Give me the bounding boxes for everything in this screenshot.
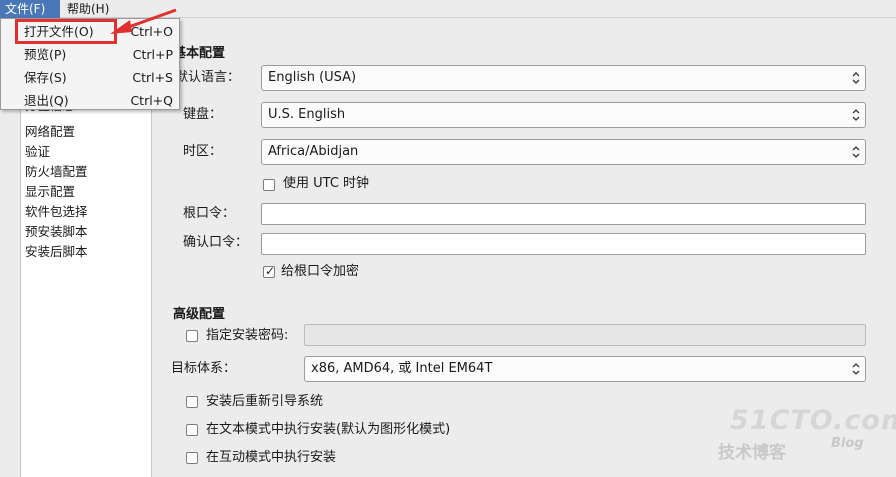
menu-item-label: 保存(S) [24, 70, 67, 85]
root-password-label: 根口令： [183, 206, 236, 221]
menu-item-accel: Ctrl+S [132, 70, 173, 85]
reboot-checkbox[interactable] [186, 396, 198, 408]
spinner-icon [852, 363, 860, 375]
annotation-arrow-icon [110, 8, 177, 34]
spinner-icon [852, 72, 860, 84]
timezone-value: Africa/Abidjan [268, 144, 359, 159]
encrypt-checkbox[interactable]: ✓ [263, 264, 276, 278]
keyboard-value: U.S. English [268, 107, 346, 122]
install-password-label: 指定安装密码: [206, 328, 289, 343]
keyboard-combo[interactable]: U.S. English [261, 102, 866, 128]
menu-file[interactable]: 文件(F) [0, 0, 60, 18]
watermark-logo: 51CTO.com 技术博客 Blog [718, 405, 896, 465]
language-value: English (USA) [268, 70, 357, 85]
basic-config-title: 基本配置 [173, 46, 226, 61]
menu-item-quit[interactable]: 退出(Q) Ctrl+Q [1, 89, 179, 112]
text-mode-checkbox[interactable] [186, 424, 198, 436]
arch-value: x86, AMD64, 或 Intel EM64T [311, 361, 493, 376]
language-combo[interactable]: English (USA) [261, 65, 866, 91]
install-password-field[interactable] [304, 324, 866, 346]
root-password-field[interactable] [261, 203, 866, 225]
menu-item-preview[interactable]: 预览(P) Ctrl+P [1, 43, 179, 66]
sidebar-item-network[interactable]: 网络配置 [25, 122, 75, 142]
sidebar-item-display[interactable]: 显示配置 [25, 182, 75, 202]
timezone-label: 时区： [183, 144, 223, 159]
arch-label: 目标体系： [171, 361, 237, 376]
sidebar-item-post-script[interactable]: 安装后脚本 [25, 242, 88, 262]
watermark-sub: 技术博客 [718, 443, 786, 463]
watermark-main: 51CTO.com [730, 405, 896, 436]
interactive-label: 在互动模式中执行安装 [206, 450, 337, 465]
install-password-checkbox[interactable] [186, 330, 198, 342]
timezone-combo[interactable]: Africa/Abidjan [261, 139, 866, 165]
checkmark-icon: ✓ [265, 264, 276, 278]
encrypt-label: 给根口令加密 [281, 264, 360, 279]
menu-item-label: 退出(Q) [24, 93, 69, 108]
reboot-label: 安装后重新引导系统 [206, 394, 324, 409]
spinner-icon [852, 146, 860, 158]
utc-checkbox[interactable] [263, 179, 275, 191]
confirm-password-field[interactable] [261, 233, 866, 255]
menu-item-accel: Ctrl+Q [130, 93, 173, 108]
menu-item-save[interactable]: 保存(S) Ctrl+S [1, 66, 179, 89]
spinner-icon [852, 109, 860, 121]
sidebar-item-auth[interactable]: 验证 [25, 142, 50, 162]
sidebar-item-firewall[interactable]: 防火墙配置 [25, 162, 88, 182]
advanced-config-title: 高级配置 [173, 307, 226, 322]
keyboard-label: 键盘： [183, 107, 223, 122]
arch-combo[interactable]: x86, AMD64, 或 Intel EM64T [304, 356, 866, 382]
utc-label: 使用 UTC 时钟 [283, 176, 370, 191]
interactive-checkbox[interactable] [186, 452, 198, 464]
language-label: 默认语言： [175, 70, 241, 85]
watermark-blog: Blog [831, 436, 864, 451]
confirm-password-label: 确认口令： [183, 235, 249, 250]
menu-item-accel: Ctrl+P [132, 47, 173, 62]
text-mode-label: 在文本模式中执行安装(默认为图形化模式) [206, 422, 451, 437]
sidebar-item-pre-script[interactable]: 预安装脚本 [25, 222, 88, 242]
sidebar-item-packages[interactable]: 软件包选择 [25, 202, 88, 222]
menu-item-label: 预览(P) [24, 47, 67, 62]
